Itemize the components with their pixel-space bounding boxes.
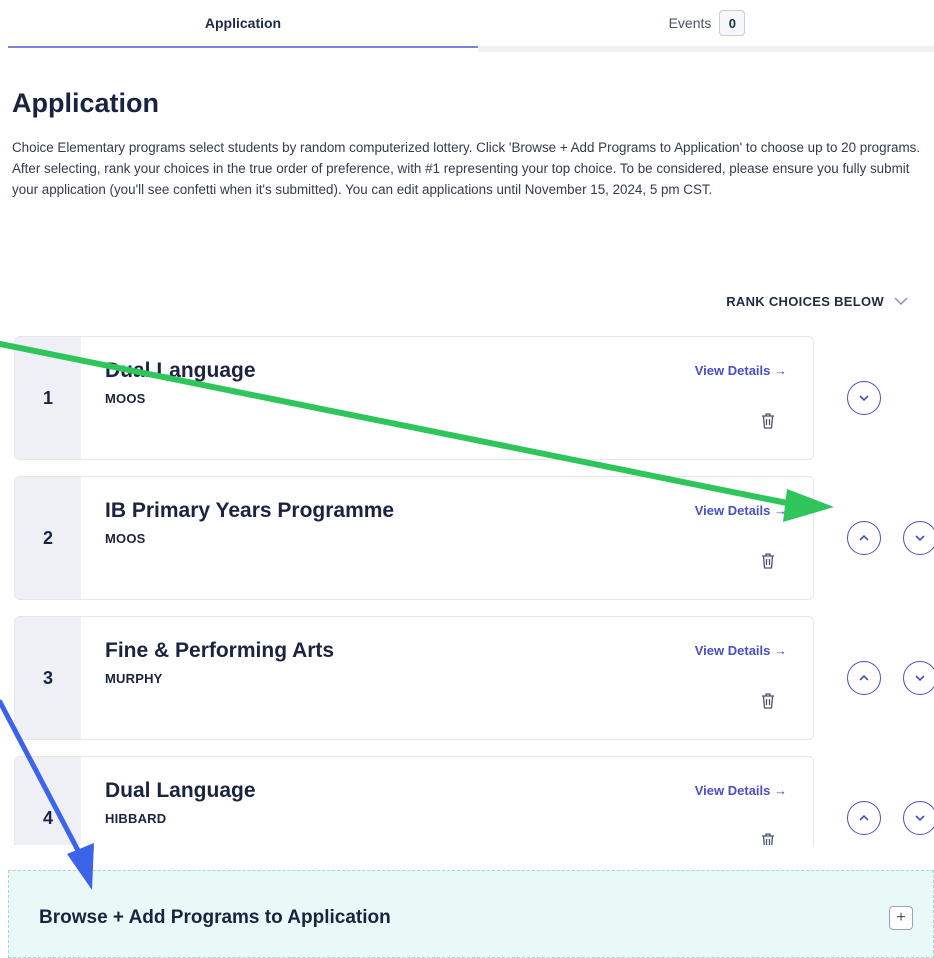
- school-name: MOOS: [105, 531, 146, 546]
- events-count-badge: 0: [719, 10, 746, 36]
- trash-icon[interactable]: [761, 693, 775, 709]
- move-up-button[interactable]: [847, 521, 881, 555]
- rank-choices-header: RANK CHOICES BELOW: [726, 293, 908, 309]
- page-title: Application: [12, 88, 159, 118]
- tab-events[interactable]: Events 0: [480, 0, 934, 48]
- trash-icon[interactable]: [761, 553, 775, 569]
- rank-choices-label: RANK CHOICES BELOW: [726, 293, 884, 309]
- choice-card: 1 Dual Language MOOS View Details →: [14, 336, 814, 460]
- rank-number: 2: [15, 477, 81, 599]
- view-details-link[interactable]: View Details →: [695, 643, 787, 658]
- chevron-down-icon: [915, 815, 925, 822]
- chevron-up-icon: [859, 814, 869, 821]
- program-name: Dual Language: [105, 359, 256, 382]
- program-name: IB Primary Years Programme: [105, 499, 395, 522]
- chevron-down-icon: [915, 535, 925, 542]
- view-details-link[interactable]: View Details →: [695, 363, 787, 378]
- chevron-up-icon: [859, 674, 869, 681]
- tab-bar: Application Events 0: [0, 0, 934, 52]
- chevron-down-icon: [859, 395, 869, 402]
- program-name: Fine & Performing Arts: [105, 639, 335, 662]
- tab-application-label: Application: [204, 15, 282, 31]
- tab-events-label: Events: [668, 15, 712, 31]
- intro-text: Choice Elementary programs select studen…: [12, 140, 921, 197]
- move-down-button[interactable]: [903, 801, 934, 835]
- browse-add-programs-label: Browse + Add Programs to Application: [39, 907, 391, 928]
- trash-icon[interactable]: [761, 413, 775, 429]
- rank-number: 1: [15, 337, 81, 459]
- view-details-link[interactable]: View Details →: [695, 783, 787, 798]
- move-down-button[interactable]: [847, 381, 881, 415]
- plus-icon[interactable]: +: [889, 906, 913, 930]
- tab-application[interactable]: Application: [8, 0, 478, 48]
- school-name: HIBBARD: [105, 811, 167, 826]
- browse-add-programs-bar[interactable]: Browse + Add Programs to Application +: [8, 870, 934, 958]
- program-name: Dual Language: [105, 779, 256, 802]
- rank-number: 3: [15, 617, 81, 739]
- choice-card: 2 IB Primary Years Programme MOOS View D…: [14, 476, 814, 600]
- move-down-button[interactable]: [903, 661, 934, 695]
- move-up-button[interactable]: [847, 801, 881, 835]
- view-details-link[interactable]: View Details →: [695, 503, 787, 518]
- move-up-button[interactable]: [847, 661, 881, 695]
- move-down-button[interactable]: [903, 521, 934, 555]
- chevron-down-icon: [894, 293, 908, 309]
- school-name: MURPHY: [105, 671, 163, 686]
- school-name: MOOS: [105, 391, 146, 406]
- choice-card: 3 Fine & Performing Arts MURPHY View Det…: [14, 616, 814, 740]
- chevron-down-icon: [915, 675, 925, 682]
- scroll-clip: [0, 845, 934, 870]
- chevron-up-icon: [859, 534, 869, 541]
